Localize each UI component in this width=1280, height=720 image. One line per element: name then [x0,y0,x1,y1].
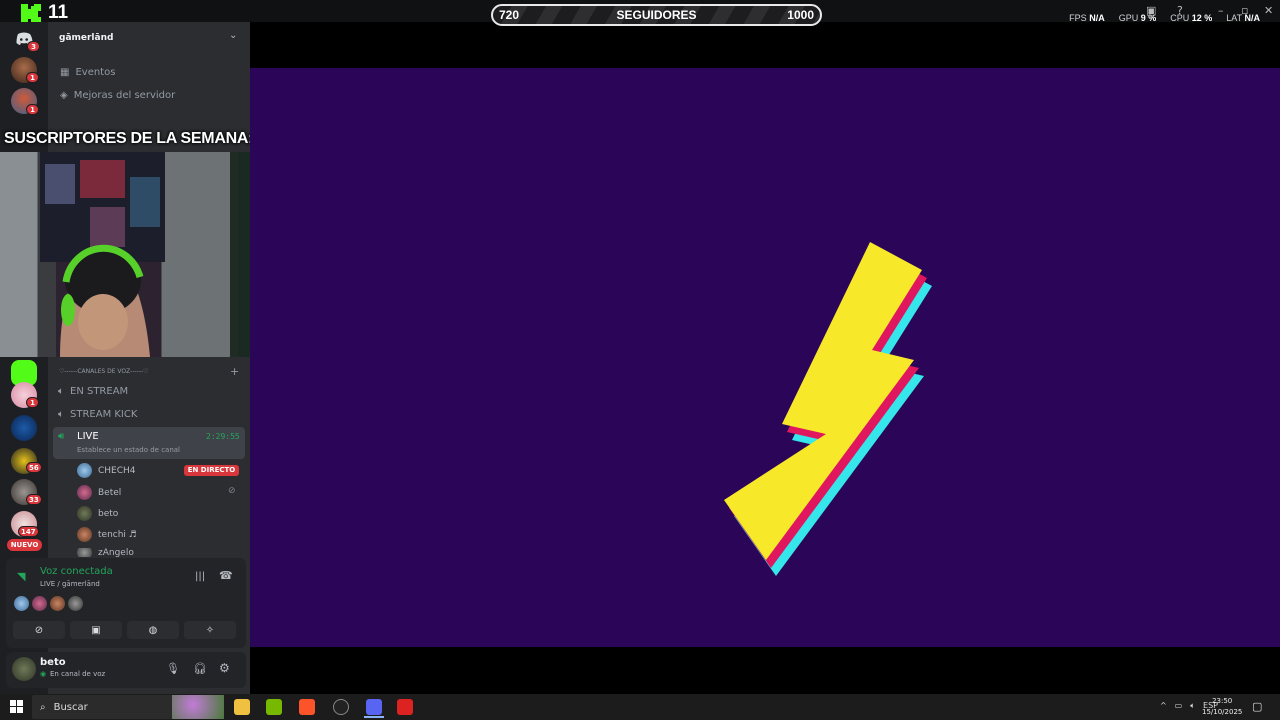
user-status[interactable]: En canal de voz [50,670,105,678]
discord-taskbar-icon[interactable] [366,699,382,715]
lightning-bolt-logo [724,242,932,576]
notification-icon[interactable]: ▢ [1252,700,1262,713]
voice-status-icon: ◉ [40,670,47,678]
voice-category[interactable]: ♡------CANALES DE VOZ------♡ [59,368,149,375]
add-channel-icon[interactable]: + [230,365,239,378]
avatar [77,548,92,557]
help-icon[interactable]: ? [1177,4,1183,17]
speaker-icon: 🔊︎ [58,431,65,442]
unread-badge: 1 [26,104,39,115]
voice-connected-channel[interactable]: LIVE / gāmerlānd [40,580,100,588]
guild-name[interactable]: gāmerlānd [59,33,113,43]
unread-badge: 1 [26,397,39,408]
gamepad-icon: ◍ [148,624,158,636]
activities-button[interactable]: ◍ [127,621,179,639]
unread-badge: 56 [26,462,42,473]
voice-user[interactable]: zAngelo [77,548,134,557]
avatar[interactable] [32,596,47,611]
app-taskbar-icon[interactable] [397,699,413,715]
clock-date: 15/10/2025 [1202,708,1243,716]
unread-badge: 147 [18,526,39,537]
microphone-icon[interactable]: 🎙︎ [166,662,180,675]
search-highlight-image [172,695,224,719]
settings-gear-icon[interactable]: ⚙ [219,661,230,675]
new-badge[interactable]: NUEVO [7,539,42,551]
unread-badge: 33 [26,494,42,505]
windows-start-icon[interactable] [10,700,23,713]
clock-time: 23:50 [1212,697,1233,705]
speaker-icon: 🔈︎ [58,409,64,420]
volume-icon[interactable]: 🔈︎ [1190,701,1195,711]
headphones-icon[interactable]: 🎧︎ [193,662,207,675]
soundboard-button[interactable]: ✧ [184,621,236,639]
channel-live-label: LIVE [77,431,99,442]
voice-user[interactable]: tenchi ♬ [77,527,137,542]
channel-live-timer: 2:29:55 [206,432,240,441]
brave-browser-icon[interactable] [299,699,315,715]
kick-logo-icon [21,4,41,24]
unread-badge: 3 [27,41,40,52]
menu-server-boosts[interactable]: ◈ Mejoras del servidor [60,90,175,101]
calendar-icon: ▦ [60,67,70,78]
obs-icon[interactable] [333,699,349,715]
boost-icon: ◈ [60,90,68,101]
clock[interactable]: 23:50 15/10/2025 [1202,696,1242,718]
avatar[interactable] [14,596,29,611]
active-app-indicator [364,716,384,718]
avatar [77,506,92,521]
live-badge: EN DIRECTO [184,465,239,476]
voice-connected-title[interactable]: Voz conectada [40,566,113,577]
perf-stats: FPS N/A GPU 9 % CPU 12 % LAT N/A [1069,13,1260,23]
voice-user[interactable]: Betel [77,485,121,500]
camera-off-icon: ⊘ [34,624,44,636]
avatar[interactable] [68,596,83,611]
fps-stat: FPS N/A [1069,13,1105,23]
chevron-down-icon[interactable]: ⌄ [229,30,237,41]
maximize-icon[interactable]: ▫ [1241,4,1248,17]
avatar [77,485,92,500]
signal-icon[interactable]: ◥ [17,570,25,583]
noise-suppression-icon[interactable]: ||| [195,571,205,582]
deafened-icon: ⊘ [228,486,236,496]
minimize-icon[interactable]: – [1218,4,1224,17]
stream-scene [250,68,1280,647]
channel-en-stream[interactable]: 🔈︎ EN STREAM [58,386,128,397]
camera-button[interactable]: ⊘ [13,621,65,639]
follower-goal-bar: 720 SEGUIDORES 1000 [491,4,822,26]
kick-viewer-count: 11 [48,2,69,23]
inbox-icon[interactable]: ▣ [1146,4,1156,17]
channel-stream-kick[interactable]: 🔈︎ STREAM KICK [58,409,137,420]
server-icon[interactable] [11,415,37,441]
voice-participants [14,596,83,611]
channel-status-prompt[interactable]: Establece un estado de canal [77,446,180,454]
soundboard-icon: ✧ [205,624,215,636]
close-icon[interactable]: ✕ [1264,4,1273,17]
avatar[interactable] [12,657,36,681]
chevron-up-icon[interactable]: ^ [1160,701,1167,711]
voice-user[interactable]: CHECH4 [77,463,136,478]
subscriber-goal: SUSCRIPTORES DE LA SEMANA: 0/75 [4,130,288,147]
search-icon: ⌕ [40,701,46,713]
network-icon[interactable]: ▭ [1175,701,1183,711]
disconnect-icon[interactable]: ☎ [219,569,233,582]
follower-label: SEGUIDORES [616,8,697,22]
screen-share-icon: ▣ [91,624,101,636]
avatar [77,527,92,542]
avatar [77,463,92,478]
unread-badge: 1 [26,72,39,83]
speaker-icon: 🔈︎ [58,386,64,397]
nvidia-icon[interactable] [266,699,282,715]
avatar[interactable] [50,596,65,611]
discord-home-icon[interactable]: 3 [11,26,40,52]
file-explorer-icon[interactable] [234,699,250,715]
screen-share-button[interactable]: ▣ [70,621,122,639]
user-name[interactable]: beto [40,657,66,668]
voice-user[interactable]: beto [77,506,118,521]
menu-events[interactable]: ▦ Eventos [60,67,115,78]
